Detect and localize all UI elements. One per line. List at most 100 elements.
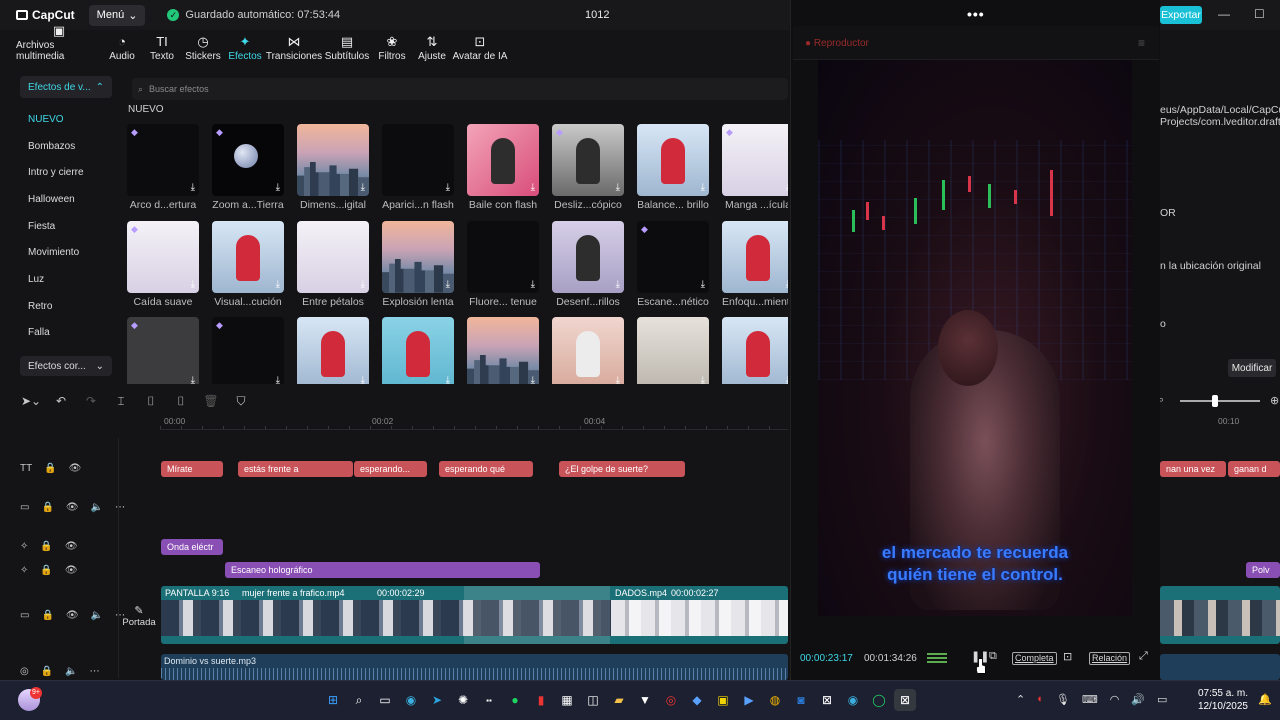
search-icon[interactable]: ⌕ [348, 689, 370, 711]
download-icon[interactable]: ⤓ [701, 182, 705, 193]
category-retro[interactable]: Retro [16, 293, 114, 320]
aspect-ratio-button[interactable]: Relación [1089, 652, 1131, 665]
category-halloween[interactable]: Halloween [16, 186, 114, 213]
effect-thumbnail[interactable]: ⤓ [722, 220, 788, 293]
lock-icon[interactable]: 🔒 [41, 502, 53, 513]
minimize-icon[interactable]: — [1218, 7, 1230, 21]
effect-card[interactable]: ⤓ Fluore... tenue [467, 220, 539, 318]
effect-card[interactable]: ◆ ⤓ Arco d...ertura [127, 124, 199, 221]
tool-ai-avatar[interactable]: ⊡ Avatar de IA [452, 32, 508, 63]
download-icon[interactable]: ⤓ [786, 375, 788, 384]
download-icon[interactable]: ⤓ [361, 375, 365, 384]
download-icon[interactable]: ⤓ [531, 375, 535, 384]
effect-clip[interactable]: Onda eléctr [161, 539, 223, 555]
app-icon[interactable]: ▪▪ [478, 689, 500, 711]
select-cursor-icon[interactable]: ➤⌄ [16, 394, 46, 408]
effect-thumbnail[interactable]: ◆ ⤓ [127, 124, 199, 196]
download-icon[interactable]: ⤓ [531, 279, 535, 290]
download-icon[interactable]: ⤓ [446, 182, 450, 193]
split-icon[interactable]: ⌶ [106, 394, 136, 409]
effect-thumbnail[interactable]: ⤓ [297, 317, 369, 384]
download-icon[interactable]: ⤓ [701, 279, 705, 290]
spotify-icon[interactable]: ● [504, 689, 526, 711]
effect-card[interactable]: ⤓ Balance... brillo [637, 124, 709, 221]
effect-thumbnail[interactable]: ◆ ⤓ [127, 220, 199, 293]
effect-thumbnail[interactable]: ⤓ [552, 220, 624, 293]
effect-thumbnail[interactable]: ◆ ⤓ [212, 317, 284, 384]
tool-subtitles[interactable]: ▤ Subtítulos [322, 32, 372, 63]
effect-thumbnail[interactable]: ◆ ⤓ [212, 124, 284, 196]
app-icon[interactable]: ◙ [790, 689, 812, 711]
text-clip[interactable]: nan una vez [1160, 461, 1226, 477]
start-icon[interactable]: ⊞ [322, 689, 344, 711]
trim-left-icon[interactable]: ⌷ [136, 394, 166, 409]
effect-card[interactable]: ⤓ Enfoqu...miento [722, 220, 788, 318]
maximize-icon[interactable]: ☐ [1254, 7, 1265, 21]
trim-right-icon[interactable]: ⌷ [166, 394, 196, 409]
app-icon[interactable]: ◫ [582, 689, 604, 711]
eye-icon[interactable]: 👁 [66, 610, 79, 621]
effect-card[interactable]: ⤓ [552, 317, 624, 384]
screenshot-icon[interactable]: ⊡ [1063, 650, 1072, 663]
app-icon[interactable]: ◉ [842, 689, 864, 711]
effect-card[interactable]: ◆ ⤓ Manga ...ícula [722, 124, 788, 221]
effect-thumbnail[interactable]: ⤓ [382, 317, 454, 384]
app-icon[interactable]: ▶ [738, 689, 760, 711]
download-icon[interactable]: ⤓ [191, 182, 195, 193]
download-icon[interactable]: ⤓ [786, 279, 788, 290]
category-luz[interactable]: Luz [16, 266, 114, 293]
download-icon[interactable]: ⤓ [191, 279, 195, 290]
app-icon[interactable]: ▦ [556, 689, 578, 711]
tool-audio[interactable]: ◔ Audio [102, 32, 142, 63]
text-clip[interactable]: esperando qué [439, 461, 533, 477]
modify-button[interactable]: Modificar [1228, 359, 1276, 377]
effect-thumbnail[interactable]: ⤓ [552, 317, 624, 384]
crop-icon[interactable]: ⧉ [989, 650, 997, 663]
search-bar[interactable]: ⌕ Buscar efectos [132, 78, 788, 100]
download-icon[interactable]: ⤓ [361, 182, 365, 193]
effect-clip[interactable]: Polv [1246, 562, 1280, 578]
effect-card[interactable]: ⤓ Desenf...rillos [552, 220, 624, 318]
hamburger-icon[interactable]: ≡ [1138, 36, 1145, 50]
category-movimiento[interactable]: Movimiento [16, 239, 114, 266]
task-view-icon[interactable]: ▭ [374, 689, 396, 711]
audio-track[interactable] [1160, 654, 1280, 680]
whatsapp-icon[interactable]: ◯ [868, 689, 890, 711]
effect-card[interactable]: ◆ ⤓ Zoom a...Tierra [212, 124, 284, 221]
download-icon[interactable]: ⤓ [616, 182, 620, 193]
speaker-icon[interactable]: 🔈 [91, 610, 103, 621]
text-clip[interactable]: ¿El golpe de suerte? [559, 461, 685, 477]
effect-card[interactable]: ◆ ⤓ Escane...nético [637, 220, 709, 318]
video-preview[interactable]: el mercado te recuerda quién tiene el co… [818, 60, 1132, 616]
lock-icon[interactable]: 🔒 [40, 541, 52, 552]
speaker-icon[interactable]: 🔈 [65, 666, 77, 677]
tool-stickers[interactable]: ◷ Stickers [182, 32, 224, 63]
more-icon[interactable]: ⋯ [90, 666, 100, 677]
effect-card[interactable]: ⤓ [382, 317, 454, 384]
effect-card[interactable]: ⤓ [297, 317, 369, 384]
effect-thumbnail[interactable]: ⤓ [212, 220, 284, 293]
effect-card[interactable]: ⤓ Visual...cución [212, 220, 284, 318]
chevron-up-icon[interactable]: ⌃ [1016, 693, 1025, 706]
tool-effects[interactable]: ✦ Efectos [224, 32, 266, 63]
app-red-icon[interactable]: ▮ [530, 689, 552, 711]
eye-icon[interactable]: 👁 [65, 541, 78, 552]
effect-thumbnail[interactable]: ⤓ [297, 220, 369, 293]
text-clip[interactable]: esperando... [354, 461, 427, 477]
app-icon[interactable]: ▼ [634, 689, 656, 711]
effect-card[interactable]: ◆ ⤓ [212, 317, 284, 384]
levels-icon[interactable] [927, 652, 947, 663]
effect-thumbnail[interactable]: ⤓ [722, 317, 788, 384]
effect-thumbnail[interactable]: ◆ ⤓ [552, 124, 624, 196]
capcut-active-icon[interactable]: ⊠ [894, 689, 916, 711]
fullscreen-icon[interactable]: ⤢ [1139, 650, 1148, 663]
timeline-ruler[interactable] [160, 414, 788, 430]
telegram-icon[interactable]: ➤ [426, 689, 448, 711]
download-icon[interactable]: ⤓ [446, 375, 450, 384]
tool-filters[interactable]: ❀ Filtros [372, 32, 412, 63]
lock-icon[interactable]: 🔒 [41, 666, 53, 677]
wifi-icon[interactable]: ◠ [1110, 693, 1120, 706]
category-nuevo[interactable]: NUEVO [16, 106, 114, 133]
cover-button[interactable]: ✎ Portada [122, 604, 156, 628]
category-intro[interactable]: Intro y cierre [16, 159, 114, 186]
